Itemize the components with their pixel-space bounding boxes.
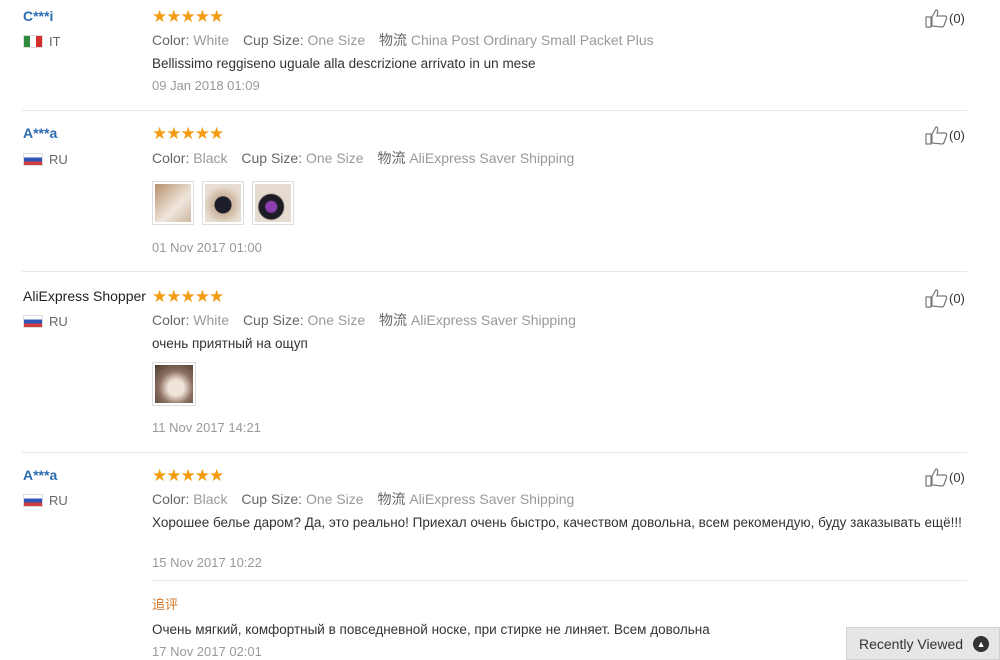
review-date: 01 Nov 2017 01:00 bbox=[152, 240, 262, 255]
followup-label: 追评 bbox=[152, 597, 179, 612]
review-photo[interactable] bbox=[152, 181, 194, 225]
review-photo[interactable] bbox=[252, 181, 294, 225]
sku-info: Color: White Cup Size: One Size 物流 AliEx… bbox=[152, 312, 576, 328]
reviewer-country: RU bbox=[23, 493, 68, 508]
star-rating: ★★★★★ bbox=[152, 7, 224, 26]
helpful-button[interactable]: (0) bbox=[925, 467, 965, 487]
followup-text: Очень мягкий, комфортный в повседневной … bbox=[152, 622, 710, 637]
country-code: RU bbox=[49, 314, 68, 329]
review-text: очень приятный на ощуп bbox=[152, 336, 308, 351]
helpful-count: (0) bbox=[949, 290, 965, 306]
review-text: Bellissimo reggiseno uguale alla descriz… bbox=[152, 56, 536, 71]
chevron-up-icon[interactable]: ▲ bbox=[973, 635, 990, 652]
reviewer-country: IT bbox=[23, 34, 61, 49]
review-photos bbox=[152, 181, 294, 225]
country-code: IT bbox=[49, 34, 61, 49]
star-rating: ★★★★★ bbox=[152, 124, 224, 143]
country-code: RU bbox=[49, 493, 68, 508]
review-photo[interactable] bbox=[202, 181, 244, 225]
thumbs-up-icon bbox=[925, 126, 948, 145]
russia-flag-icon bbox=[23, 153, 43, 166]
country-code: RU bbox=[49, 152, 68, 167]
reviewer-country: RU bbox=[23, 314, 68, 329]
thumbs-up-icon bbox=[925, 468, 948, 487]
helpful-button[interactable]: (0) bbox=[925, 288, 965, 308]
recently-viewed-tab[interactable]: Recently Viewed ▲ bbox=[846, 627, 1000, 660]
sku-info: Color: Black Cup Size: One Size 物流 AliEx… bbox=[152, 491, 575, 507]
review-text: Хорошее белье даром? Да, это реально! Пр… bbox=[152, 515, 962, 530]
helpful-button[interactable]: (0) bbox=[925, 125, 965, 145]
thumbs-up-icon bbox=[925, 289, 948, 308]
italy-flag-icon bbox=[23, 35, 43, 48]
review-photos bbox=[152, 362, 196, 406]
reviewer-name: AliExpress Shopper bbox=[23, 288, 146, 304]
helpful-button[interactable]: (0) bbox=[925, 8, 965, 28]
thumbs-up-icon bbox=[925, 9, 948, 28]
star-rating: ★★★★★ bbox=[152, 466, 224, 485]
reviewer-name[interactable]: A***a bbox=[23, 467, 57, 483]
reviewer-name[interactable]: C***i bbox=[23, 8, 53, 24]
review-date: 15 Nov 2017 10:22 bbox=[152, 555, 262, 570]
review-item: A***a RU ★★★★★ Color: Black Cup Size: On… bbox=[0, 111, 1000, 271]
review-photo[interactable] bbox=[152, 362, 196, 406]
helpful-count: (0) bbox=[949, 469, 965, 485]
reviewer-name[interactable]: A***a bbox=[23, 125, 57, 141]
russia-flag-icon bbox=[23, 315, 43, 328]
helpful-count: (0) bbox=[949, 127, 965, 143]
review-item: C***i IT ★★★★★ Color: White Cup Size: On… bbox=[0, 0, 1000, 110]
sku-info: Color: Black Cup Size: One Size 物流 AliEx… bbox=[152, 150, 575, 166]
helpful-count: (0) bbox=[949, 10, 965, 26]
review-date: 09 Jan 2018 01:09 bbox=[152, 78, 260, 93]
followup-date: 17 Nov 2017 02:01 bbox=[152, 644, 262, 659]
reviewer-country: RU bbox=[23, 152, 68, 167]
review-date: 11 Nov 2017 14:21 bbox=[152, 420, 261, 435]
divider bbox=[152, 580, 967, 581]
recently-viewed-label: Recently Viewed bbox=[859, 635, 964, 652]
sku-info: Color: White Cup Size: One Size 物流 China… bbox=[152, 32, 654, 48]
russia-flag-icon bbox=[23, 494, 43, 507]
review-item: AliExpress Shopper RU ★★★★★ Color: White… bbox=[0, 272, 1000, 452]
star-rating: ★★★★★ bbox=[152, 287, 224, 306]
